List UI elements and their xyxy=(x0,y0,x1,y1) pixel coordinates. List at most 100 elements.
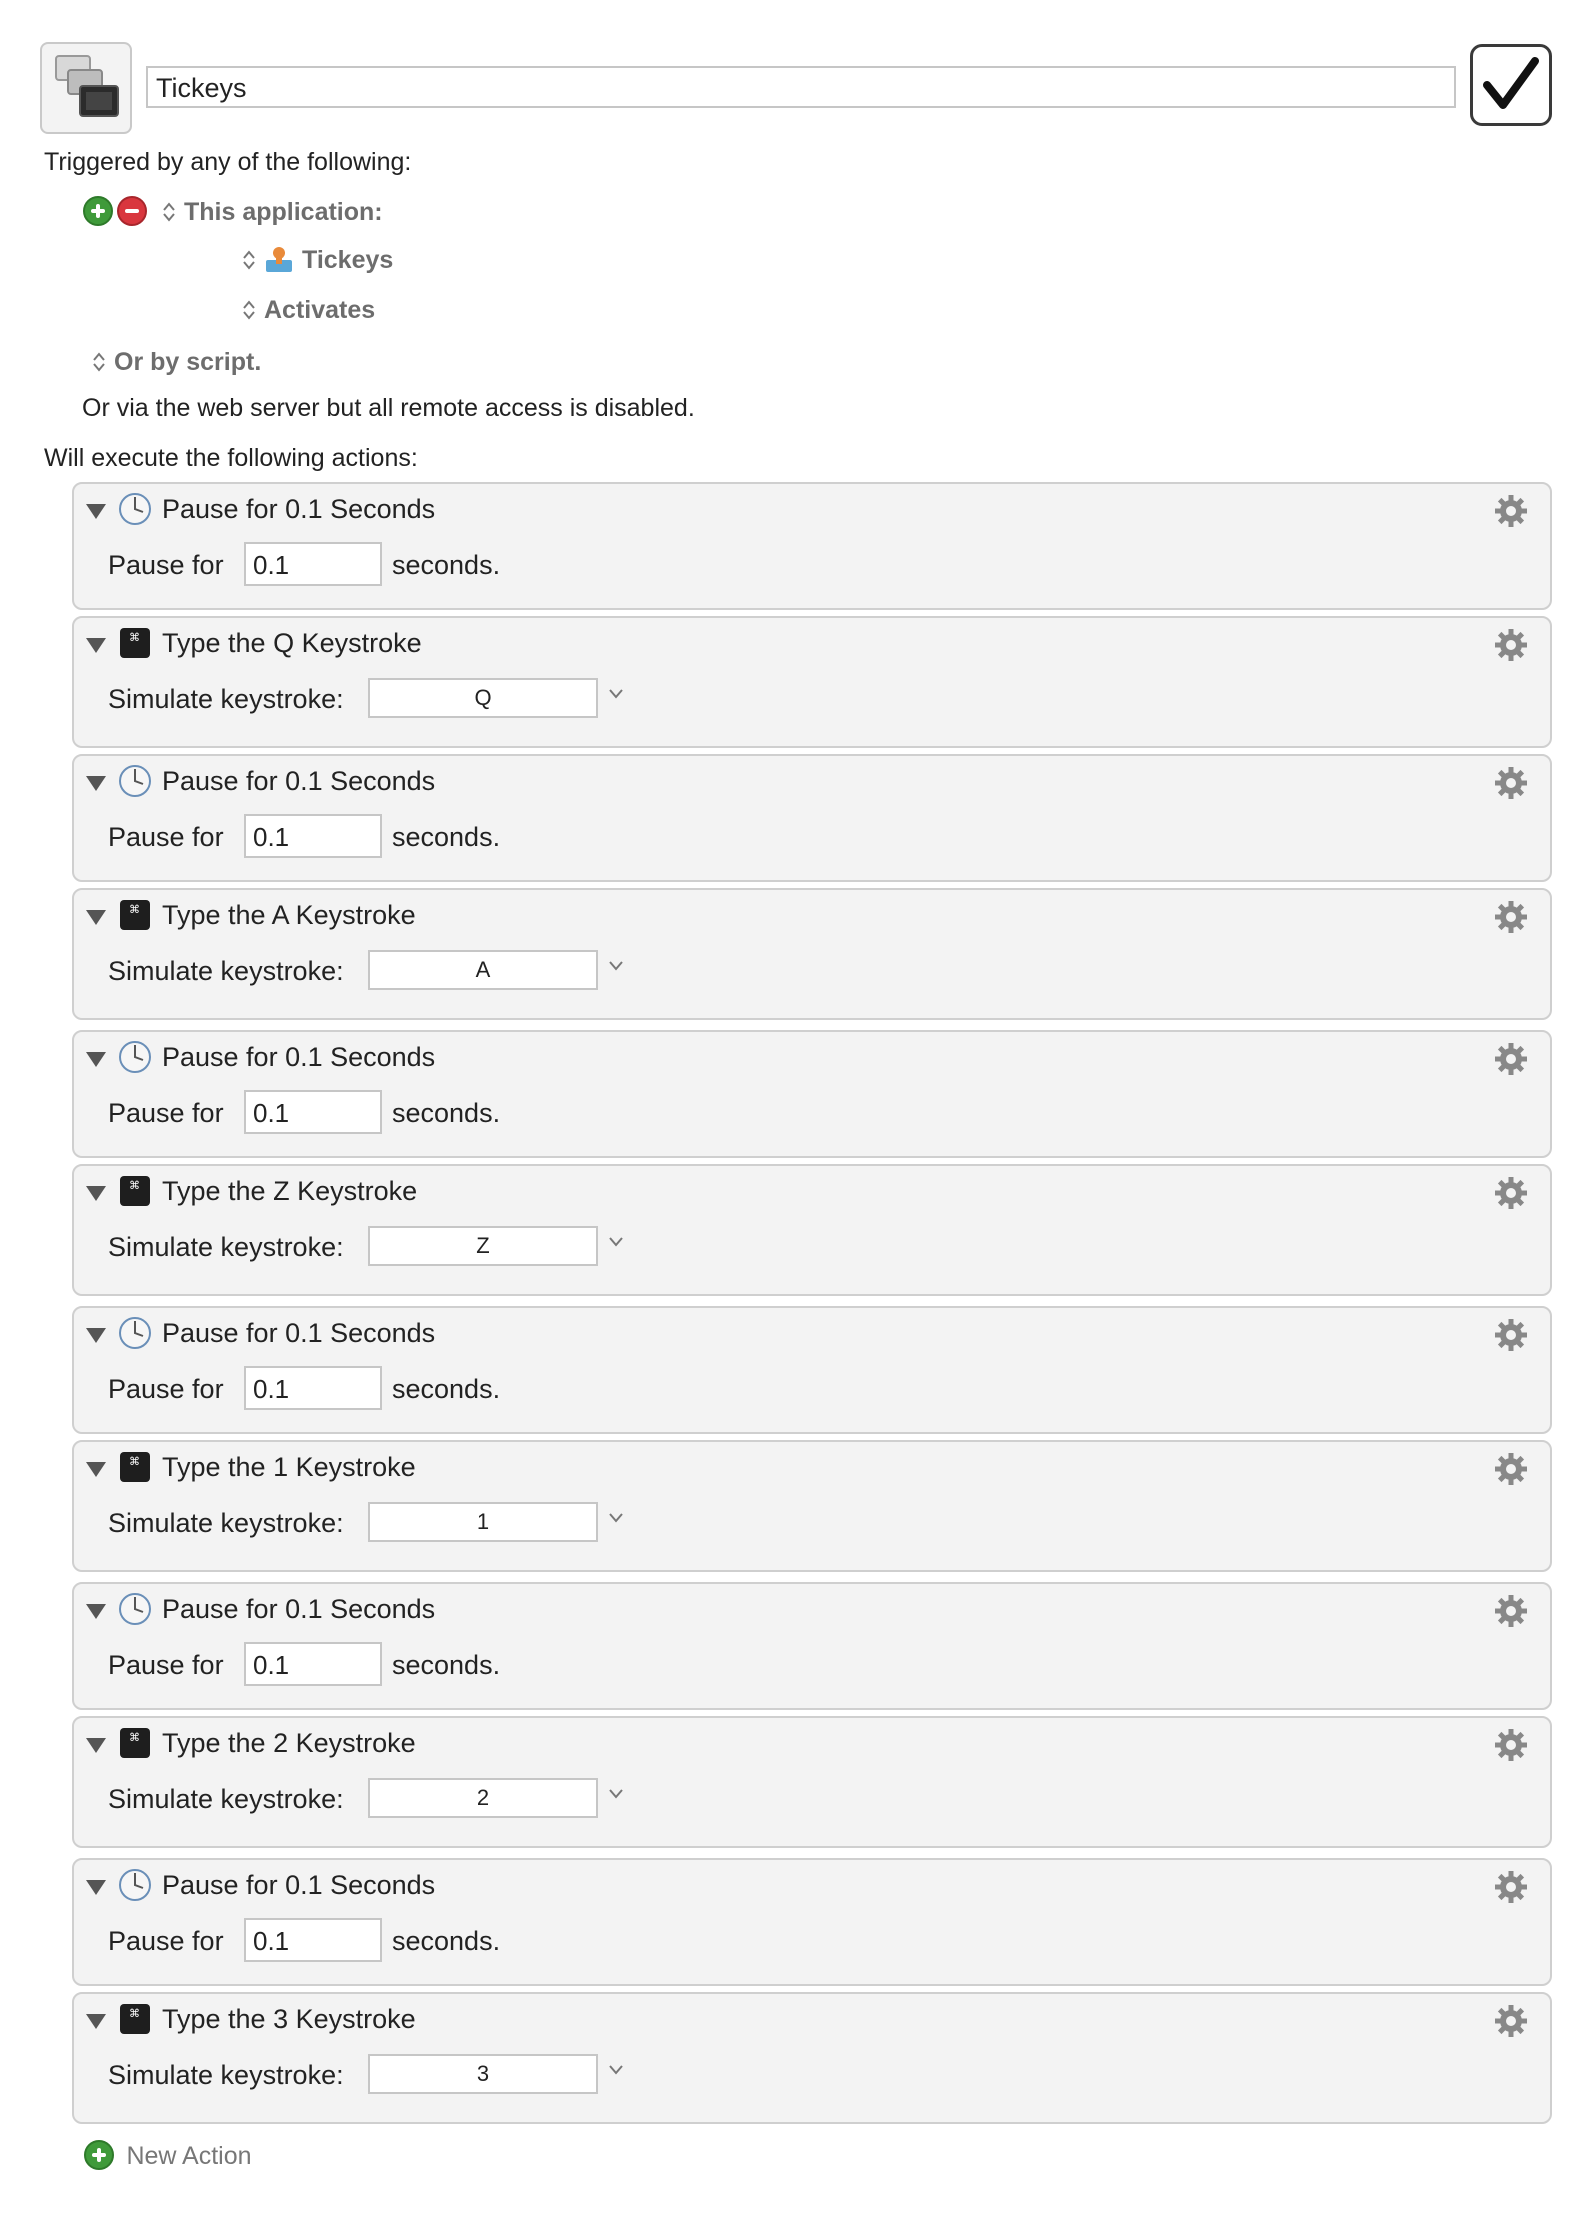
clock-icon xyxy=(119,765,151,797)
disclosure-triangle[interactable] xyxy=(86,1462,106,1477)
command-key-icon: ⌘ xyxy=(120,1452,150,1482)
gear-icon[interactable] xyxy=(1492,1726,1530,1764)
popup-arrows-icon xyxy=(163,202,175,222)
plus-icon xyxy=(84,2140,114,2170)
action-title: Type the Z Keystroke xyxy=(162,1176,418,1206)
keystroke-field[interactable]: 3 xyxy=(368,2054,598,2094)
disclosure-triangle[interactable] xyxy=(86,1880,106,1895)
keystroke-field[interactable]: Q xyxy=(368,678,598,718)
action-keystroke[interactable]: ⌘ Type the Z Keystroke Simulate keystrok… xyxy=(72,1164,1552,1296)
seconds-label: seconds. xyxy=(392,1374,501,1404)
action-keystroke[interactable]: ⌘ Type the 2 Keystroke Simulate keystrok… xyxy=(72,1716,1552,1848)
gear-icon[interactable] xyxy=(1492,492,1530,530)
action-title: Type the Q Keystroke xyxy=(162,628,422,658)
pause-seconds-field[interactable]: 0.1 xyxy=(244,1642,382,1686)
action-title: Pause for 0.1 Seconds xyxy=(162,1042,436,1072)
gear-icon[interactable] xyxy=(1492,1174,1530,1212)
pause-seconds-field[interactable]: 0.1 xyxy=(244,814,382,858)
chevron-down-icon[interactable] xyxy=(608,1788,624,1800)
disclosure-triangle[interactable] xyxy=(86,504,106,519)
actions-heading: Will execute the following actions: xyxy=(44,444,418,472)
keystroke-label: Simulate keystroke: xyxy=(108,1232,344,1262)
pause-seconds-field[interactable]: 0.1 xyxy=(244,542,382,586)
macro-enabled-checkbox[interactable] xyxy=(1470,44,1552,126)
disclosure-triangle[interactable] xyxy=(86,910,106,925)
gear-icon[interactable] xyxy=(1492,764,1530,802)
pause-seconds-field[interactable]: 0.1 xyxy=(244,1918,382,1962)
popup-arrows-icon xyxy=(243,250,255,270)
keystroke-field[interactable]: 2 xyxy=(368,1778,598,1818)
chevron-down-icon[interactable] xyxy=(608,1236,624,1248)
keystroke-field[interactable]: 1 xyxy=(368,1502,598,1542)
trigger-type-popup[interactable]: This application: xyxy=(162,198,383,227)
gear-icon[interactable] xyxy=(1492,1316,1530,1354)
disclosure-triangle[interactable] xyxy=(86,1738,106,1753)
keystroke-field[interactable]: A xyxy=(368,950,598,990)
svg-text:⌘: ⌘ xyxy=(129,631,140,644)
gear-icon[interactable] xyxy=(1492,1868,1530,1906)
action-title: Pause for 0.1 Seconds xyxy=(162,1318,436,1348)
action-pause[interactable]: Pause for 0.1 Seconds Pause for 0.1 seco… xyxy=(72,1306,1552,1434)
remove-trigger-button[interactable] xyxy=(117,196,147,226)
gear-icon[interactable] xyxy=(1492,2002,1530,2040)
action-keystroke[interactable]: ⌘ Type the Q Keystroke Simulate keystrok… xyxy=(72,616,1552,748)
gear-icon[interactable] xyxy=(1492,1450,1530,1488)
pause-label: Pause for xyxy=(108,1926,224,1956)
keystroke-field[interactable]: Z xyxy=(368,1226,598,1266)
svg-text:⌘: ⌘ xyxy=(129,2007,140,2020)
keystroke-label: Simulate keystroke: xyxy=(108,1784,344,1814)
chevron-down-icon[interactable] xyxy=(608,960,624,972)
clock-icon xyxy=(119,1593,151,1625)
seconds-label: seconds. xyxy=(392,1926,501,1956)
chevron-down-icon[interactable] xyxy=(608,1512,624,1524)
svg-text:⌘: ⌘ xyxy=(129,1179,140,1192)
gear-icon[interactable] xyxy=(1492,1592,1530,1630)
action-title: Pause for 0.1 Seconds xyxy=(162,494,436,524)
disclosure-triangle[interactable] xyxy=(86,2014,106,2029)
action-keystroke[interactable]: ⌘ Type the A Keystroke Simulate keystrok… xyxy=(72,888,1552,1020)
seconds-label: seconds. xyxy=(392,1650,501,1680)
disclosure-triangle[interactable] xyxy=(86,1052,106,1067)
action-title: Pause for 0.1 Seconds xyxy=(162,1594,436,1624)
action-keystroke[interactable]: ⌘ Type the 3 Keystroke Simulate keystrok… xyxy=(72,1992,1552,2124)
clock-icon xyxy=(119,1041,151,1073)
new-action-label: New Action xyxy=(126,2142,252,2170)
disclosure-triangle[interactable] xyxy=(86,1186,106,1201)
action-keystroke[interactable]: ⌘ Type the 1 Keystroke Simulate keystrok… xyxy=(72,1440,1552,1572)
clock-icon xyxy=(119,1317,151,1349)
add-trigger-button[interactable] xyxy=(83,196,113,226)
action-pause[interactable]: Pause for 0.1 Seconds Pause for 0.1 seco… xyxy=(72,754,1552,882)
application-popup[interactable]: Tickeys xyxy=(242,244,393,275)
pause-label: Pause for xyxy=(108,550,224,580)
gear-icon[interactable] xyxy=(1492,626,1530,664)
action-title: Pause for 0.1 Seconds xyxy=(162,1870,436,1900)
command-key-icon: ⌘ xyxy=(120,1728,150,1758)
pause-label: Pause for xyxy=(108,1650,224,1680)
keystroke-label: Simulate keystroke: xyxy=(108,956,344,986)
command-key-icon: ⌘ xyxy=(120,1176,150,1206)
script-trigger-popup[interactable]: Or by script. xyxy=(92,348,261,377)
chevron-down-icon[interactable] xyxy=(608,2064,624,2076)
macro-name-field[interactable]: Tickeys xyxy=(146,66,1456,108)
pause-seconds-field[interactable]: 0.1 xyxy=(244,1366,382,1410)
disclosure-triangle[interactable] xyxy=(86,1604,106,1619)
action-pause[interactable]: Pause for 0.1 Seconds Pause for 0.1 seco… xyxy=(72,1858,1552,1986)
pause-seconds-field[interactable]: 0.1 xyxy=(244,1090,382,1134)
new-action-button[interactable]: New Action xyxy=(84,2140,252,2171)
command-key-icon: ⌘ xyxy=(120,628,150,658)
action-title: Pause for 0.1 Seconds xyxy=(162,766,436,796)
clock-icon xyxy=(119,493,151,525)
disclosure-triangle[interactable] xyxy=(86,1328,106,1343)
disclosure-triangle[interactable] xyxy=(86,776,106,791)
action-pause[interactable]: Pause for 0.1 Seconds Pause for 0.1 seco… xyxy=(72,482,1552,610)
gear-icon[interactable] xyxy=(1492,1040,1530,1078)
disclosure-triangle[interactable] xyxy=(86,638,106,653)
macro-icon[interactable] xyxy=(40,42,132,134)
chevron-down-icon[interactable] xyxy=(608,688,624,700)
action-pause[interactable]: Pause for 0.1 Seconds Pause for 0.1 seco… xyxy=(72,1582,1552,1710)
gear-icon[interactable] xyxy=(1492,898,1530,936)
pause-label: Pause for xyxy=(108,822,224,852)
clock-icon xyxy=(119,1869,151,1901)
event-popup[interactable]: Activates xyxy=(242,296,375,325)
action-pause[interactable]: Pause for 0.1 Seconds Pause for 0.1 seco… xyxy=(72,1030,1552,1158)
